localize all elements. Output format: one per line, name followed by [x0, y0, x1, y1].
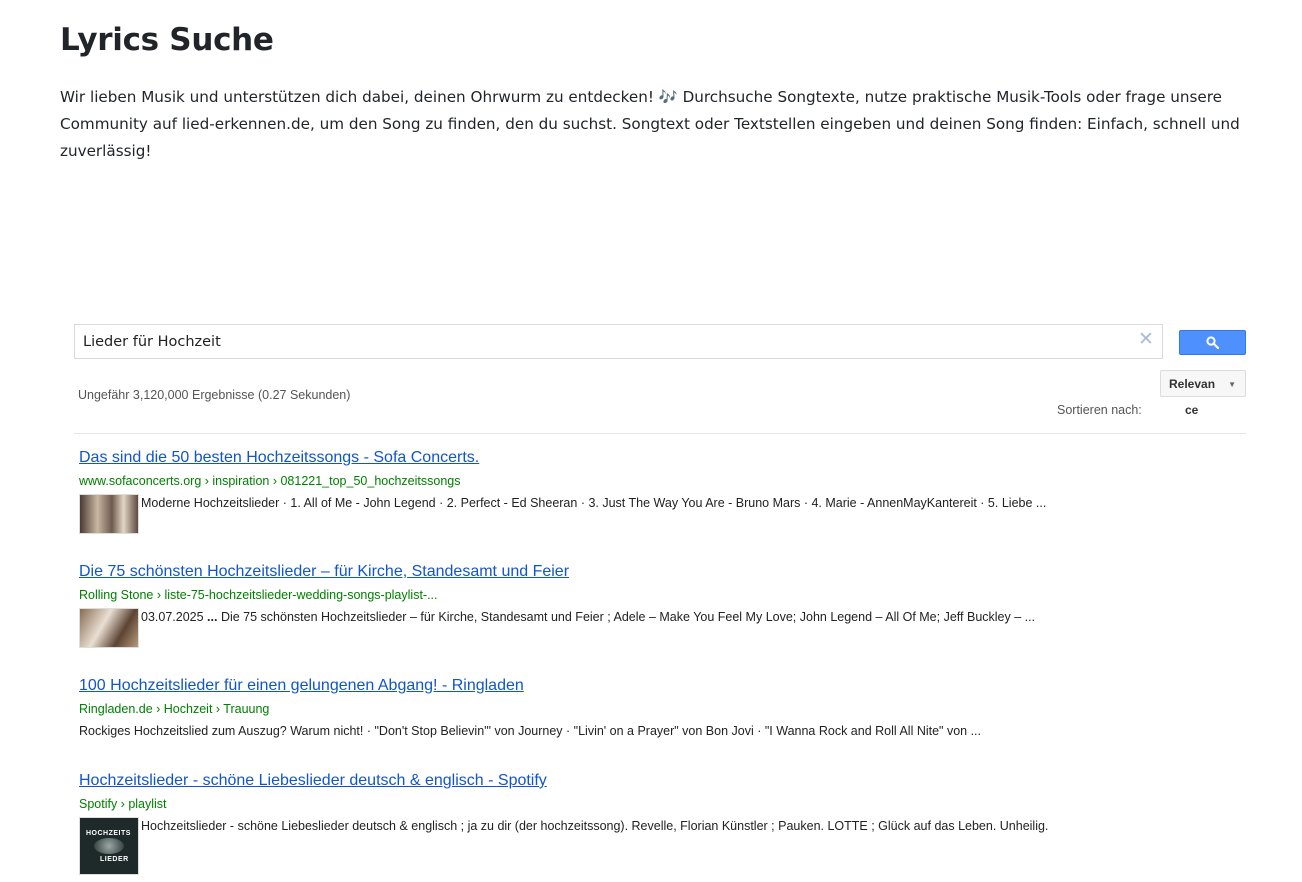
intro-text-part1: Wir lieben Musik und unterstützen dich d…	[60, 88, 654, 106]
result-snippet: Moderne Hochzeitslieder · 1. All of Me -…	[141, 496, 1047, 510]
thumbnail-text-bottom: LIEDER	[100, 856, 129, 863]
result-date: 03.07.2025	[141, 610, 204, 624]
sort-label: Sortieren nach:	[1057, 403, 1142, 417]
search-result: Die 75 schönsten Hochzeitslieder – für K…	[79, 563, 1249, 648]
thumbnail-graphic	[94, 838, 124, 854]
result-title-link[interactable]: Hochzeitslieder - schöne Liebeslieder de…	[79, 772, 1249, 790]
results-divider	[74, 433, 1246, 434]
search-input[interactable]	[83, 325, 1133, 358]
result-snippet: 03.07.2025 ... Die 75 schönsten Hochzeit…	[141, 608, 1035, 625]
result-url: Rolling Stone › liste-75-hochzeitslieder…	[79, 588, 438, 602]
result-snippet-text: Die 75 schönsten Hochzeitslieder – für K…	[220, 610, 1036, 624]
result-url: www.sofaconcerts.org › inspiration › 081…	[79, 474, 461, 488]
result-thumbnail[interactable]: HOCHZEITS LIEDER	[79, 817, 139, 875]
result-snippet-ellipsis: ...	[207, 610, 218, 624]
result-snippet: Hochzeitslieder - schöne Liebeslieder de…	[141, 819, 1049, 833]
sort-dropdown[interactable]: Relevan ▼	[1160, 370, 1246, 397]
music-notes-icon: 🎶	[658, 88, 678, 106]
result-thumbnail[interactable]	[79, 608, 139, 648]
search-button[interactable]	[1179, 330, 1246, 355]
sort-dropdown-value: Relevan	[1169, 377, 1216, 391]
result-snippet: Rockiges Hochzeitslied zum Auszug? Warum…	[79, 724, 982, 738]
result-thumbnail[interactable]	[79, 494, 139, 534]
search-icon	[1206, 336, 1219, 349]
result-title-link[interactable]: Die 75 schönsten Hochzeitslieder – für K…	[79, 563, 1249, 581]
search-result: 100 Hochzeitslieder für einen gelungenen…	[79, 677, 1249, 739]
search-box: ✕	[74, 324, 1163, 359]
result-title-link[interactable]: Das sind die 50 besten Hochzeitssongs - …	[79, 449, 1249, 467]
result-title-link[interactable]: 100 Hochzeitslieder für einen gelungenen…	[79, 677, 1249, 695]
results-count: Ungefähr 3,120,000 Ergebnisse (0.27 Seku…	[78, 388, 351, 402]
intro-text: Wir lieben Musik und unterstützen dich d…	[60, 84, 1260, 165]
clear-search-icon[interactable]: ✕	[1136, 330, 1156, 350]
page-title: Lyrics Suche	[60, 22, 274, 58]
result-url: Ringladen.de › Hochzeit › Trauung	[79, 702, 270, 716]
thumbnail-text-top: HOCHZEITS	[86, 830, 131, 837]
sort-dropdown-value-overflow: ce	[1185, 403, 1199, 417]
result-url: Spotify › playlist	[79, 797, 167, 811]
search-result: Hochzeitslieder - schöne Liebeslieder de…	[79, 772, 1249, 875]
chevron-down-icon: ▼	[1228, 380, 1236, 389]
search-result: Das sind die 50 besten Hochzeitssongs - …	[79, 449, 1249, 534]
